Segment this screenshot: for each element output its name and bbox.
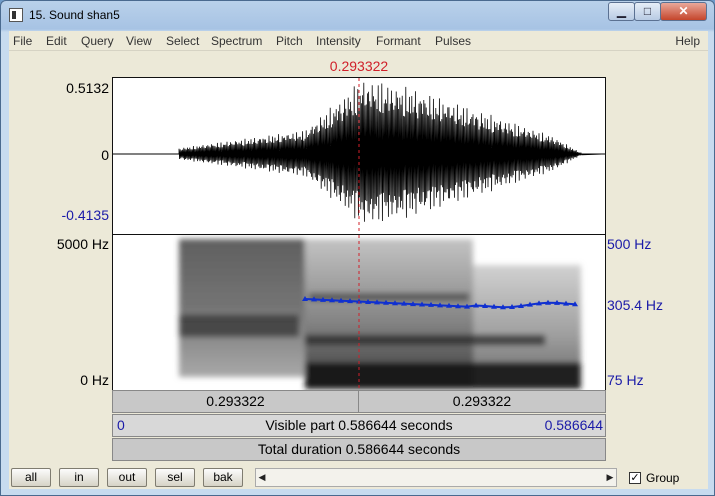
spectrogram-plot xyxy=(179,235,581,390)
time-bar-right-section[interactable]: 0.293322 xyxy=(359,391,605,412)
time-bar[interactable]: 0.293322 0.293322 xyxy=(112,390,606,413)
scroll-right-arrow-icon[interactable]: ▶ xyxy=(604,469,616,486)
zoom-back-button[interactable]: bak xyxy=(203,468,243,487)
total-duration-bar[interactable]: Total duration 0.586644 seconds xyxy=(112,438,606,461)
zoom-out-button[interactable]: out xyxy=(107,468,147,487)
group-checkbox-label: Group xyxy=(646,471,680,485)
spectrogram-fmax-label: 5000 Hz xyxy=(56,236,109,252)
menu-select[interactable]: Select xyxy=(166,34,199,48)
visible-end-label: 0.586644 xyxy=(544,417,603,433)
total-duration-label: Total duration 0.586644 seconds xyxy=(257,441,461,457)
spectrogram-panel[interactable] xyxy=(112,234,606,391)
visible-part-label: Visible part 0.586644 seconds xyxy=(265,417,453,433)
window-title: 15. Sound shan5 xyxy=(29,8,120,22)
minimize-button[interactable]: ▁ xyxy=(608,2,635,21)
scroll-left-arrow-icon[interactable]: ◀ xyxy=(256,469,268,486)
zoom-all-button[interactable]: all xyxy=(11,468,51,487)
editor-client-area: File Edit Query View Select Spectrum Pit… xyxy=(9,31,708,489)
menu-pitch[interactable]: Pitch xyxy=(276,34,303,48)
bottom-toolbar: all in out sel bak ◀ ▶ ✓ Group xyxy=(9,465,708,489)
waveform-ymin-label: -0.4135 xyxy=(61,207,109,223)
waveform-panel[interactable] xyxy=(112,77,606,235)
menu-formant[interactable]: Formant xyxy=(376,34,421,48)
group-checkbox[interactable]: ✓ xyxy=(629,472,641,484)
title-bar[interactable]: 15. Sound shan5 ▁ □ ✕ xyxy=(1,1,714,29)
zoom-in-button[interactable]: in xyxy=(59,468,99,487)
visible-part-bar[interactable]: 0 Visible part 0.586644 seconds 0.586644 xyxy=(112,414,606,437)
waveform-ymax-label: 0.5132 xyxy=(66,80,109,96)
horizontal-scrollbar[interactable]: ◀ ▶ xyxy=(255,468,617,487)
menu-edit[interactable]: Edit xyxy=(46,34,67,48)
waveform-plot xyxy=(113,78,606,234)
menu-pulses[interactable]: Pulses xyxy=(435,34,471,48)
pitch-current-label: 305.4 Hz xyxy=(607,297,664,313)
close-button[interactable]: ✕ xyxy=(660,2,707,21)
waveform-yzero-label: 0 xyxy=(101,147,109,163)
menu-spectrum[interactable]: Spectrum xyxy=(211,34,262,48)
maximize-button[interactable]: □ xyxy=(634,2,661,21)
pitch-bottom-label: 75 Hz xyxy=(607,372,644,388)
praat-window: 15. Sound shan5 ▁ □ ✕ File Edit Query Vi… xyxy=(0,0,715,496)
menu-file[interactable]: File xyxy=(13,34,32,48)
pitch-top-label: 500 Hz xyxy=(607,236,652,252)
praat-app-icon xyxy=(9,8,23,22)
menu-query[interactable]: Query xyxy=(81,34,114,48)
cursor-time-label: 0.293322 xyxy=(329,58,389,74)
spectrogram-fmin-label: 0 Hz xyxy=(80,372,109,388)
zoom-sel-button[interactable]: sel xyxy=(155,468,195,487)
menu-help[interactable]: Help xyxy=(675,34,700,48)
time-bar-left-section[interactable]: 0.293322 xyxy=(113,391,359,412)
menu-intensity[interactable]: Intensity xyxy=(316,34,361,48)
menu-view[interactable]: View xyxy=(126,34,152,48)
menu-bar: File Edit Query View Select Spectrum Pit… xyxy=(9,31,708,51)
